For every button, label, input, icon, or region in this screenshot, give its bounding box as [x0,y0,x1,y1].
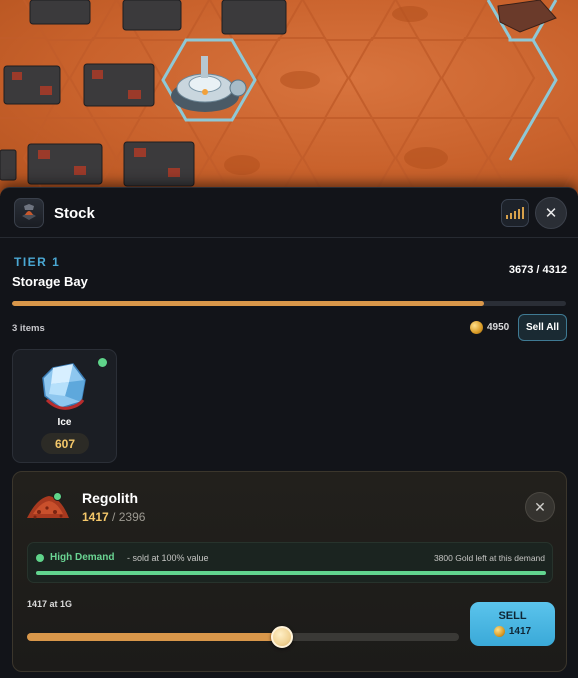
selected-item-name: Regolith [82,490,138,506]
sell-amount-value: 1417 [508,626,532,637]
demand-bar [36,571,546,575]
slider-fill [27,633,282,641]
regolith-pile-icon [25,484,71,529]
dome-base-icon [171,56,247,112]
quantity-current: 1417 [82,510,109,524]
hex-map[interactable] [0,0,578,196]
sell-amount: 1417 [470,626,555,637]
close-panel-button[interactable]: ✕ [535,197,567,229]
selected-item-detail: Regolith 1417 / 2396 ✕ High Demand - sol… [12,471,567,672]
sell-label: SELL [498,610,527,622]
slider-thumb[interactable] [270,626,293,648]
item-status-dot [53,492,62,501]
demand-box: High Demand - sold at 100% value 3800 Go… [27,542,553,583]
quantity-slider[interactable] [27,626,459,648]
capacity-bar-fill [12,301,484,306]
inventory-item-ice[interactable]: Ice 607 [12,349,117,463]
price-label: 1417 at 1G [27,599,73,609]
storage-tier: TIER 1 [14,255,61,269]
storage-capacity: 3673 / 4312 [508,264,567,276]
demand-label: High Demand [50,552,115,563]
gold-balance: 4950 [470,321,509,334]
gold-coin-icon [470,321,483,334]
demand-subtitle: - sold at 100% value [127,553,209,563]
item-quantity: 607 [41,433,89,454]
close-icon: ✕ [534,498,546,515]
item-count: 3 items [12,323,45,334]
hex-grid [0,0,578,196]
item-status-dot [98,358,107,367]
sell-button[interactable]: SELL 1417 [470,602,555,646]
capacity-bar [12,301,566,306]
sell-all-button[interactable]: Sell All [518,314,567,341]
storage-name: Storage Bay [12,274,88,289]
stock-panel: Stock ✕ TIER 1 Storage Bay 3673 / 4312 3… [0,187,578,678]
close-icon: ✕ [544,205,558,222]
panel-header: Stock ✕ [0,188,578,238]
gold-coin-icon [493,626,505,637]
upgrade-bars-icon[interactable] [501,199,529,227]
gold-amount: 4950 [487,322,510,333]
item-name: Ice [57,417,72,428]
close-detail-button[interactable]: ✕ [525,492,555,522]
demand-status-dot [36,554,44,562]
stock-crate-icon [14,198,44,228]
demand-bar-fill [36,571,546,575]
demand-gold-left: 3800 Gold left at this demand [433,553,545,563]
selected-item-quantity: 1417 / 2396 [82,510,145,524]
panel-title: Stock [54,205,95,222]
quantity-max: / 2396 [112,510,146,524]
ice-crystal-icon [39,360,91,417]
